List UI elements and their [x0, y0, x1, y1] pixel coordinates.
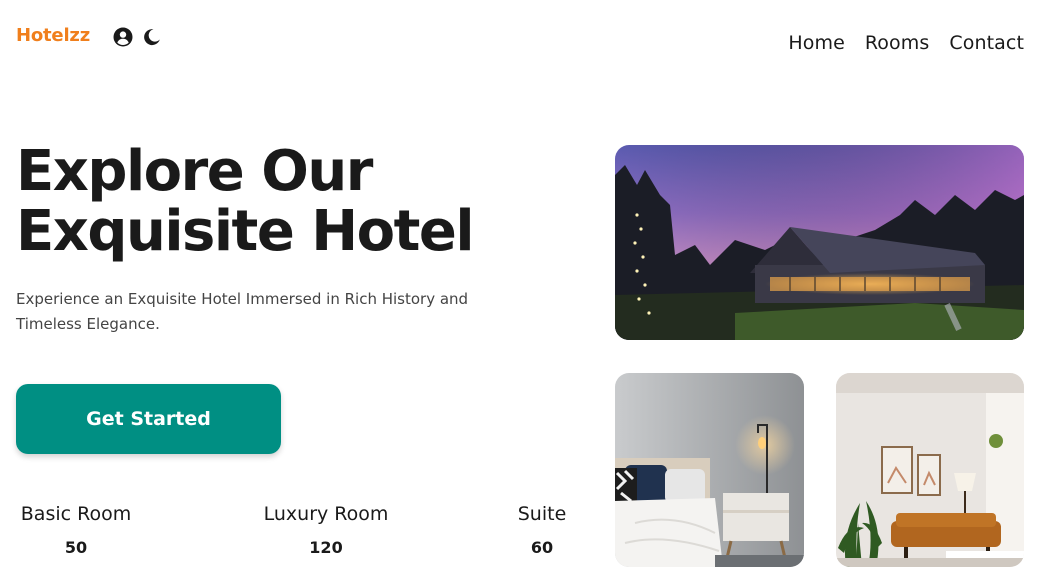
- hotel-exterior-photo: [615, 145, 1024, 340]
- hero-title: Explore Our Exquisite Hotel: [16, 142, 576, 262]
- stat-label: Basic Room: [20, 503, 132, 525]
- stat-suite: Suite 60: [512, 503, 572, 557]
- hero-subtitle: Experience an Exquisite Hotel Immersed i…: [16, 290, 469, 333]
- page: Hotelzz Home Rooms Contact Explore Our E…: [0, 0, 1048, 585]
- stat-basic-room: Basic Room 50: [16, 503, 136, 557]
- nav-contact[interactable]: Contact: [949, 32, 1024, 54]
- stat-label: Luxury Room: [263, 503, 389, 525]
- moon-icon[interactable]: [142, 27, 162, 47]
- user-circle-icon[interactable]: [113, 27, 133, 47]
- stat-label: Suite: [517, 503, 567, 525]
- living-room-photo: [836, 373, 1024, 567]
- stat-luxury-room: Luxury Room 120: [261, 503, 391, 557]
- nav-home[interactable]: Home: [788, 32, 845, 54]
- bedroom-photo: [615, 373, 804, 567]
- logo[interactable]: Hotelzz: [16, 25, 90, 46]
- stat-value: 120: [309, 538, 343, 557]
- main-nav: Home Rooms Contact: [788, 32, 1024, 54]
- hero-title-line-1: Explore Our: [16, 139, 373, 204]
- get-started-button[interactable]: Get Started: [16, 384, 281, 454]
- stat-value: 50: [64, 538, 88, 557]
- hero-title-line-2: Exquisite Hotel: [16, 199, 475, 264]
- stat-value: 60: [530, 538, 554, 557]
- room-stats: Basic Room 50 Luxury Room 120 Suite 60: [0, 503, 600, 583]
- nav-rooms[interactable]: Rooms: [865, 32, 930, 54]
